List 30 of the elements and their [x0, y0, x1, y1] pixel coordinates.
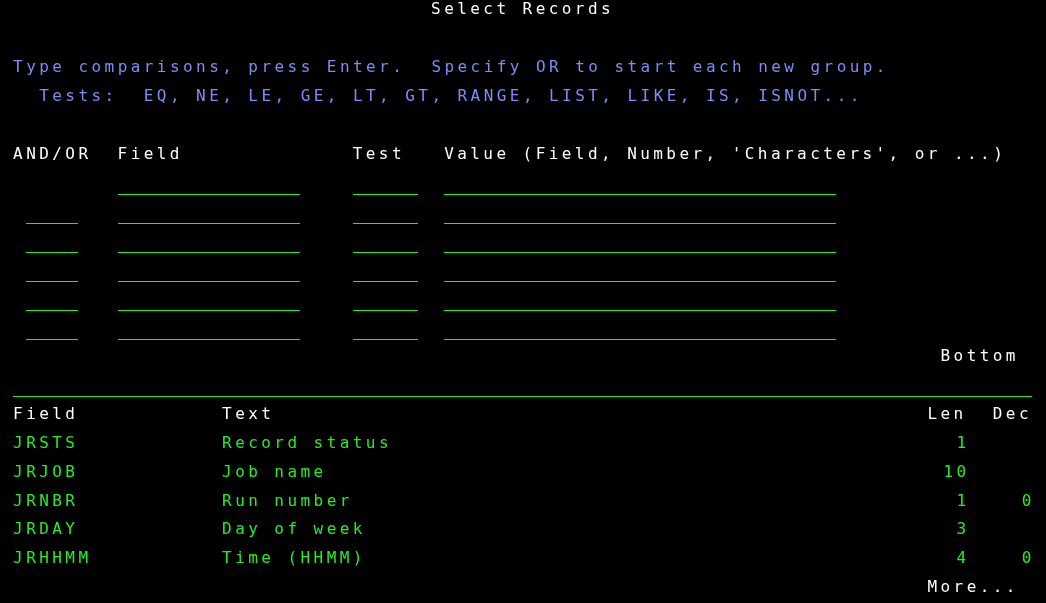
field-length: 3	[956, 519, 970, 540]
column-header: Field	[13, 403, 79, 424]
field-name: JRSTS	[13, 432, 80, 453]
field-name: JRJOB	[13, 461, 80, 482]
column-header: Test	[352, 143, 405, 164]
field-decimals: 0	[1021, 490, 1035, 511]
column-header: Dec	[992, 403, 1032, 424]
field-length: 4	[956, 548, 970, 569]
column-header: Field	[117, 143, 183, 164]
list-position-text: More...	[927, 577, 1019, 598]
field-description: Job name	[222, 461, 328, 482]
instruction-text: Tests: EQ, NE, LE, GE, LT, GT, RANGE, LIST, LIKE, IS, ISNOT...	[38, 86, 864, 107]
instruction-text: Type comparisons, press Enter. Specify OR to start each new group.	[13, 57, 890, 78]
column-header: Value (Field, Number, 'Characters', or ...)	[444, 143, 1008, 164]
field-description: Time (HHMM)	[222, 548, 367, 569]
field-description: Run number	[222, 490, 354, 511]
column-header: Text	[222, 403, 275, 424]
field-length: 1	[956, 490, 970, 511]
column-header: AND/OR	[13, 143, 92, 164]
field-decimals: 0	[1021, 548, 1035, 569]
field-description: Record status	[222, 432, 393, 453]
field-name: JRNBR	[13, 490, 80, 511]
screen-title: Select Records	[431, 0, 614, 20]
field-description: Day of week	[222, 519, 367, 540]
field-length: 10	[943, 461, 970, 482]
field-length: 1	[956, 432, 970, 453]
column-header: Len	[927, 403, 967, 424]
field-name: JRDAY	[13, 519, 80, 540]
list-position-text: Bottom	[940, 346, 1019, 367]
field-name: JRHHMM	[13, 548, 93, 569]
